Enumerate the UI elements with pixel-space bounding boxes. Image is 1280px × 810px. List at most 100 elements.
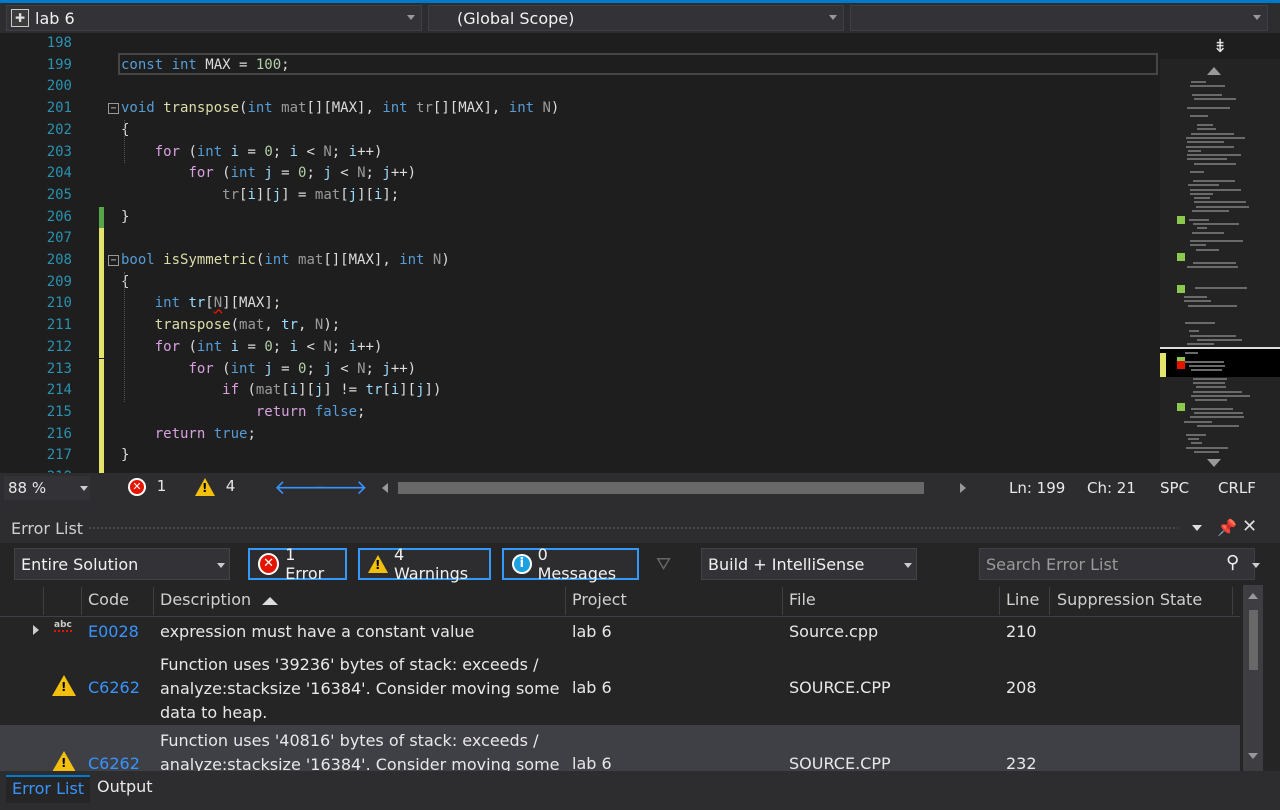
code-editor[interactable]: 198 199 200 201 202 203 204 205 206 207 208 209 210 2… [0,33,1280,473]
code-line[interactable]: for (int j = 0; j < N; j++) [121,163,416,185]
change-marker [99,445,104,467]
build-filter-value: Build + IntelliSense [708,554,865,574]
panel-splitter[interactable] [0,503,1280,513]
column-position[interactable]: Ch: 21 [1087,479,1136,497]
line-ending[interactable]: CRLF [1218,479,1256,497]
navigate-forward-icon[interactable]: 🡒 [314,475,368,499]
minimap-line [1193,261,1236,264]
scroll-up-arrow-icon[interactable] [1248,593,1258,599]
minimap-scrollbar[interactable]: ⇟ [1160,33,1280,473]
scroll-left-arrow-icon[interactable] [382,483,388,493]
whitespace-mode[interactable]: SPC [1160,479,1189,497]
change-marker [99,423,104,446]
minimap-line [1196,248,1219,251]
minimap-line [1190,334,1236,337]
table-row-selected[interactable]: ! C6262 Function uses '40816' bytes of s… [0,725,1240,771]
code-line[interactable]: { [121,272,129,294]
warnings-count: 4 [225,477,236,495]
drag-grip[interactable] [88,526,1178,531]
code-line[interactable]: transpose(mat, tr, N); [121,315,340,337]
code-line[interactable]: const int MAX = 100; [121,55,290,77]
scroll-right-arrow-icon[interactable] [960,483,966,493]
window-position-dropdown-icon[interactable] [1192,525,1202,531]
code-line[interactable]: for (int i = 0; i < N; i++) [121,337,383,359]
description-header-label: Description [160,590,252,609]
minimap-line [1197,425,1239,427]
clear-filter-icon[interactable]: ⛛ [656,548,671,580]
scope-dropdown[interactable]: (Global Scope) [428,5,844,31]
column-header-file[interactable]: File [789,590,816,609]
error-code-link[interactable]: E0028 [88,622,139,641]
line-position[interactable]: Ln: 199 [1009,479,1065,497]
expand-row-icon[interactable] [33,625,39,635]
warning-file: SOURCE.CPP [789,678,891,697]
minimap-line [1197,128,1216,131]
project-dropdown[interactable]: ✚ lab 6 [6,5,422,31]
code-line[interactable]: bool isSymmetric(int mat[][MAX], int N) [121,250,450,272]
tab-output[interactable]: Output [91,775,159,803]
warning-code-link[interactable]: C6262 [88,754,140,771]
close-icon[interactable]: ✕ [1242,516,1257,537]
description-line: analyze:stacksize '16384'. Consider movi… [160,755,560,771]
column-header-code[interactable]: Code [88,590,129,609]
errors-indicator[interactable]: ✕ 1 [128,477,166,496]
collapse-region-icon[interactable]: − [108,103,119,115]
description-line: Function uses '39236' bytes of stack: ex… [160,655,539,674]
column-header-description[interactable]: Description [160,590,279,609]
code-line[interactable]: void transpose(int mat[][MAX], int tr[][… [121,98,559,120]
description-line: Function uses '40816' bytes of stack: ex… [160,731,539,750]
member-dropdown[interactable] [850,5,1268,31]
code-line[interactable]: if (mat[i][j] != tr[i][j]) [121,380,441,402]
code-line[interactable]: { [121,120,129,142]
scroll-up-arrow-icon[interactable] [1207,67,1221,75]
column-header-line[interactable]: Line [1006,590,1039,609]
warnings-indicator[interactable]: ! 4 [195,477,235,496]
column-header-project[interactable]: Project [572,590,627,609]
collapse-region-icon[interactable]: − [108,255,119,266]
horizontal-scrollbar[interactable] [380,480,970,496]
minimap-line [1189,218,1209,221]
code-text-area[interactable]: const int MAX = 100; void transpose(int m… [104,33,1160,473]
build-intellisense-dropdown[interactable]: Build + IntelliSense [701,548,917,580]
vertical-scroll-thumb[interactable] [1249,610,1258,670]
code-line[interactable]: } [121,207,129,229]
vertical-scrollbar[interactable] [1243,585,1263,771]
minimap-line [1197,227,1207,230]
split-editor-icon[interactable]: ⇟ [1160,33,1280,59]
minimap-line [1191,394,1250,397]
table-row[interactable]: ! C6262 Function uses '39236' bytes of s… [0,649,1240,725]
minimap-line [1184,420,1212,423]
column-header-suppression[interactable]: Suppression State [1057,590,1202,609]
warnings-filter-button[interactable]: ! 4 Warnings [358,545,491,583]
search-icon[interactable]: ⚲ [1226,552,1239,573]
search-error-list-input[interactable]: Search Error List ⚲ [979,548,1260,580]
code-line[interactable]: } [121,445,129,467]
minimap-line [1194,197,1210,200]
project-name: lab 6 [35,8,75,28]
messages-filter-button[interactable]: i 0 Messages [502,545,639,583]
code-line[interactable]: for (int i = 0; i < N; i++) [121,142,383,164]
scroll-down-arrow-icon[interactable] [1248,753,1258,759]
indent-guide [124,271,125,402]
horizontal-scroll-thumb[interactable] [398,482,924,494]
minimap-line [1184,300,1211,303]
line-number: 202 [46,121,72,138]
code-line[interactable]: for (int j = 0; j < N; j++) [121,359,416,381]
error-table-header: Code Description Project File Line Suppr… [0,585,1240,617]
code-line[interactable]: int tr[N][MAX]; [121,293,281,315]
minimap-change-marker [1177,285,1185,293]
tab-error-list[interactable]: Error List [6,775,91,803]
code-line[interactable]: tr[i][j] = mat[j][i]; [121,185,399,207]
pin-icon[interactable]: 📌 [1217,518,1237,537]
chevron-down-icon[interactable] [1252,563,1260,568]
warning-code-link[interactable]: C6262 [88,678,140,697]
scope-filter-dropdown[interactable]: Entire Solution [14,548,230,580]
minimap-line [1188,304,1237,307]
table-row[interactable]: abc E0028 expression must have a constan… [0,617,1240,649]
minimap-line [1190,85,1225,88]
zoom-dropdown[interactable]: 88 % [4,476,90,500]
scroll-down-arrow-icon[interactable] [1207,459,1221,467]
errors-filter-button[interactable]: ✕ 1 Error [248,545,347,583]
code-line[interactable]: return false; [121,402,366,424]
code-line[interactable]: return true; [121,424,256,446]
